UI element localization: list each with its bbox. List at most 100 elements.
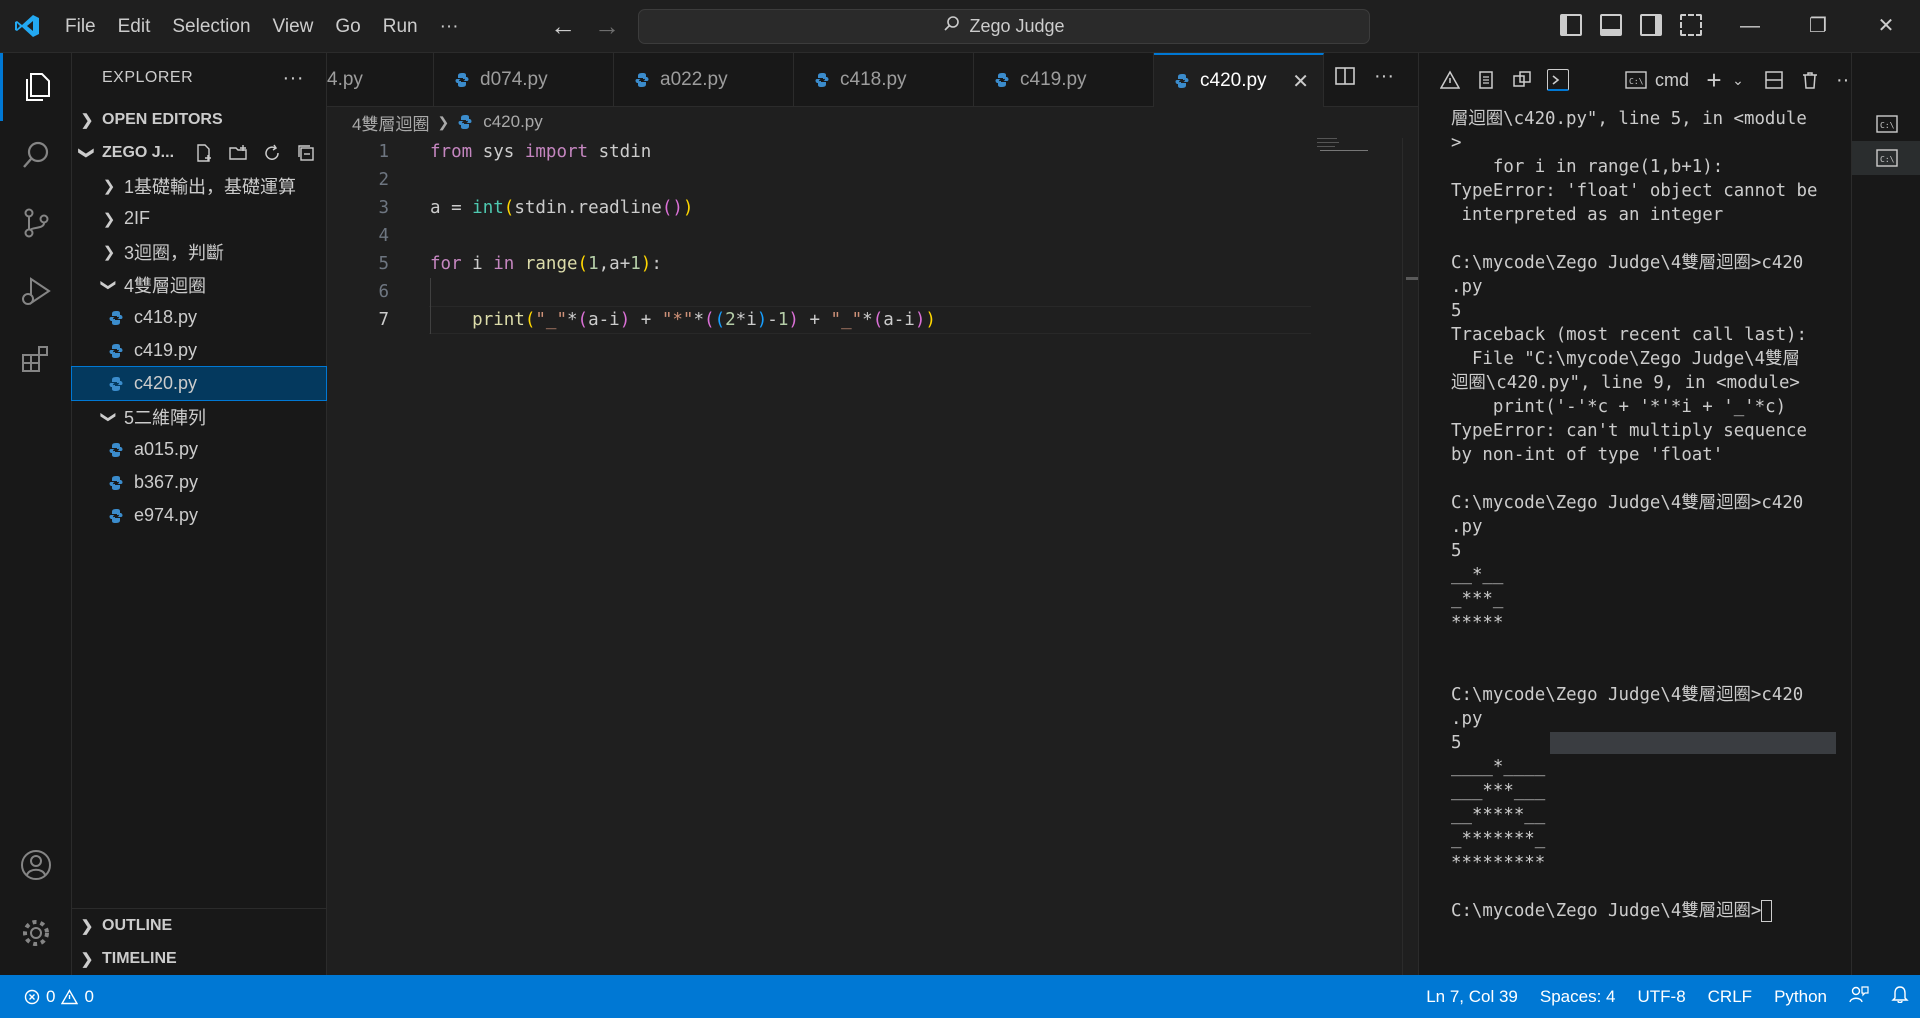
line-endings[interactable]: CRLF <box>1697 987 1763 1007</box>
folder-item[interactable]: ❯ 3迴圈，判斷 <box>72 235 326 268</box>
menu-item[interactable]: Selection <box>161 0 261 53</box>
file-item[interactable]: e974.py <box>72 499 326 532</box>
split-terminal-icon[interactable] <box>1763 69 1785 91</box>
code-line: 6 <box>327 278 1327 306</box>
split-editor-icon[interactable] <box>1334 65 1356 92</box>
menu-item[interactable]: Edit <box>107 0 162 53</box>
file-item[interactable]: c420.py <box>71 366 327 401</box>
line-number: 3 <box>378 198 389 218</box>
forward-arrow-icon[interactable]: → <box>594 12 620 40</box>
terminal-line-text: 層迴圈\c420.py", line 5, in <module <box>1451 109 1807 129</box>
minimap[interactable] <box>1317 138 1397 158</box>
cursor-position[interactable]: Ln 7, Col 39 <box>1415 987 1529 1007</box>
line-number: 6 <box>378 282 389 302</box>
explorer-header: EXPLORER ··· <box>72 53 326 103</box>
timeline-section[interactable]: ❯ TIMELINE <box>72 942 327 975</box>
collapse-all-icon[interactable] <box>296 143 316 163</box>
folder-item[interactable]: ❯ 2IF <box>72 202 326 235</box>
search-view-icon[interactable] <box>0 121 72 189</box>
customize-layout-icon[interactable] <box>1680 14 1702 36</box>
terminal-line: _*******_ <box>1451 827 1871 851</box>
editor-tab[interactable]: 4.py <box>327 53 434 107</box>
editor-scrollbar[interactable] <box>1402 138 1424 975</box>
open-editors-section[interactable]: ❯ OPEN EDITORS <box>72 103 326 136</box>
new-terminal-plus-icon[interactable]: + <box>1703 65 1725 95</box>
menu-item[interactable]: ··· <box>429 0 470 53</box>
title-bar: File Edit Selection View Go Run ··· ← → Zego J… <box>0 0 1920 53</box>
editor-tab[interactable]: a022.py <box>614 53 794 107</box>
more-actions-icon[interactable]: ··· <box>283 67 304 90</box>
terminal-line-text: 5 <box>1451 733 1462 753</box>
problems-status[interactable]: 0 0 <box>0 987 94 1007</box>
more-actions-icon[interactable]: ··· <box>1374 65 1394 92</box>
menu-item[interactable]: File <box>54 0 107 53</box>
run-debug-icon[interactable] <box>0 257 72 325</box>
code-editor[interactable]: 1 from sys import stdin 2 3 a = int(stdi… <box>327 138 1424 975</box>
chevron-down-icon: ❯ <box>78 146 95 159</box>
command-center-search[interactable]: Zego Judge <box>638 9 1370 44</box>
terminal-tab-cmd[interactable]: C:\ <box>1852 107 1920 141</box>
encoding[interactable]: UTF-8 <box>1626 987 1696 1007</box>
terminal-line: TypeError: can't multiply sequence <box>1451 419 1871 443</box>
terminal-output[interactable]: 層迴圈\c420.py", line 5, in <module > for i … <box>1451 107 1871 967</box>
chevron-right-icon: ❯ <box>437 113 450 130</box>
toggle-panel-icon[interactable] <box>1600 14 1622 36</box>
feedback-icon[interactable] <box>1838 985 1880 1008</box>
new-file-icon[interactable] <box>194 143 214 163</box>
breadcrumb-file[interactable]: c420.py <box>483 112 543 132</box>
debug-console-icon[interactable] <box>1511 69 1533 91</box>
restore-icon[interactable]: ❐ <box>1784 0 1852 53</box>
file-item[interactable]: a015.py <box>72 433 326 466</box>
terminal-shell-name[interactable]: cmd <box>1655 70 1689 91</box>
account-icon[interactable] <box>0 831 72 899</box>
terminal-icon[interactable] <box>1547 69 1569 91</box>
file-item[interactable]: b367.py <box>72 466 326 499</box>
language-mode[interactable]: Python <box>1763 987 1838 1007</box>
close-window-icon[interactable]: ✕ <box>1852 0 1920 53</box>
editor-tab[interactable]: c419.py <box>974 53 1154 107</box>
new-folder-icon[interactable] <box>228 143 248 163</box>
terminal-tab-cmd-active[interactable]: C:\ <box>1852 141 1920 175</box>
minimize-icon[interactable]: — <box>1716 0 1784 53</box>
indentation[interactable]: Spaces: 4 <box>1529 987 1627 1007</box>
activity-bar <box>0 53 72 975</box>
warning-count: 0 <box>84 986 94 1006</box>
terminal-line: 層迴圈\c420.py", line 5, in <module <box>1451 107 1871 131</box>
command-center-label: Zego Judge <box>969 16 1065 36</box>
python-file-icon <box>457 114 473 130</box>
chevron-down-icon[interactable]: ⌄ <box>1727 69 1749 91</box>
terminal-line: print('-'*c + '*'*i + '_'*c) <box>1451 395 1871 419</box>
extensions-icon[interactable] <box>0 325 72 393</box>
file-tree: ❯ 1基礎輸出，基礎運算 ❯ 2IF ❯ 3迴圈，判斷 ❯ 4雙層迴圈 c418.py c419.… <box>71 169 327 532</box>
folder-item[interactable]: ❯ 1基礎輸出，基礎運算 <box>72 169 326 202</box>
folder-item[interactable]: ❯ 5二維陣列 <box>72 400 326 433</box>
back-arrow-icon[interactable]: ← <box>550 12 576 40</box>
toggle-primary-sidebar-icon[interactable] <box>1560 14 1582 36</box>
problems-warning-icon[interactable] <box>1439 69 1461 91</box>
output-icon[interactable] <box>1475 69 1497 91</box>
outline-section[interactable]: ❯ OUTLINE <box>72 909 327 942</box>
menu-item[interactable]: View <box>262 0 325 53</box>
editor-tab[interactable]: c420.py ✕ <box>1154 53 1324 107</box>
layout-controls <box>1560 14 1702 36</box>
line-number: 7 <box>378 310 389 330</box>
settings-gear-icon[interactable] <box>0 899 72 967</box>
menu-item[interactable]: Go <box>324 0 371 53</box>
explorer-icon[interactable] <box>0 53 72 121</box>
refresh-icon[interactable] <box>262 143 282 163</box>
file-item[interactable]: c419.py <box>72 334 326 367</box>
project-section[interactable]: ❯ ZEGO J... <box>72 136 326 169</box>
editor-tab[interactable]: c418.py <box>794 53 974 107</box>
editor-tab[interactable]: d074.py <box>434 53 614 107</box>
folder-item[interactable]: ❯ 4雙層迴圈 <box>72 268 326 301</box>
toggle-secondary-sidebar-icon[interactable] <box>1640 14 1662 36</box>
breadcrumb-folder[interactable]: 4雙層迴圈 <box>352 110 429 135</box>
file-item[interactable]: c418.py <box>72 301 326 334</box>
menu-item[interactable]: Run <box>372 0 429 53</box>
notifications-bell-icon[interactable] <box>1880 985 1920 1008</box>
close-tab-icon[interactable]: ✕ <box>1292 69 1309 94</box>
terminal-line-text: C:\mycode\Zego Judge\4雙層迴圈>c420 <box>1451 253 1804 273</box>
source-control-icon[interactable] <box>0 189 72 257</box>
trash-icon[interactable] <box>1799 69 1821 91</box>
